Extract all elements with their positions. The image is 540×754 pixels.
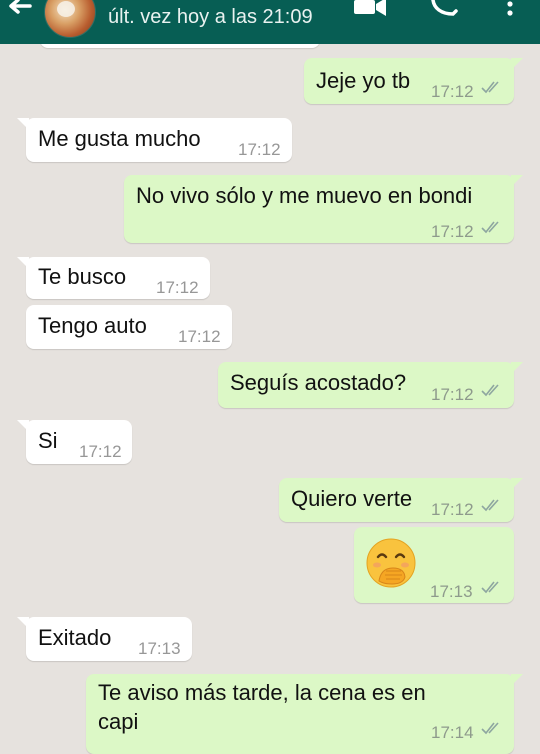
message-time: 17:14 bbox=[431, 723, 474, 742]
message-text: Si bbox=[38, 428, 58, 453]
message-text: Jeje yo tb bbox=[316, 68, 411, 93]
message-incoming[interactable]: Tengo auto 17:12 bbox=[26, 305, 232, 349]
read-ticks-icon bbox=[481, 581, 499, 594]
message-text: Me gusta mucho bbox=[38, 126, 201, 151]
message-text: Quiero verte bbox=[291, 486, 413, 511]
message-time: 17:12 bbox=[156, 278, 199, 297]
message-time: 17:12 bbox=[238, 140, 281, 159]
message-incoming[interactable]: Si 17:12 bbox=[17, 420, 132, 464]
message-time: 17:12 bbox=[431, 385, 474, 404]
message-text: No vivo sólo y me muevo en bondi bbox=[136, 183, 473, 208]
message-outgoing-emoji[interactable]: 17:13 bbox=[354, 527, 514, 603]
bubble-tail bbox=[17, 420, 29, 432]
bubble-tail bbox=[511, 175, 523, 187]
message-outgoing[interactable]: Seguís acostado? 17:12 bbox=[218, 362, 523, 408]
message-time: 17:12 bbox=[79, 442, 122, 461]
message-time: 17:13 bbox=[138, 639, 181, 658]
message-incoming[interactable]: Me gusta mucho 17:12 bbox=[17, 118, 292, 162]
chat-header: últ. vez hoy a las 21:09 bbox=[0, 0, 540, 44]
message-outgoing[interactable]: Quiero verte 17:12 bbox=[279, 478, 523, 522]
read-ticks-icon bbox=[481, 384, 499, 397]
bubble-tail bbox=[17, 617, 29, 629]
message-text: Te busco bbox=[38, 264, 127, 289]
bubble-tail bbox=[17, 118, 29, 130]
message-time: 17:12 bbox=[431, 222, 474, 241]
face-with-hand-over-mouth-emoji bbox=[366, 538, 416, 588]
bubble-tail bbox=[511, 674, 523, 686]
read-ticks-icon bbox=[481, 221, 499, 234]
more-options-icon[interactable] bbox=[505, 0, 515, 22]
message-incoming[interactable]: Exitado 17:13 bbox=[17, 617, 192, 661]
message-outgoing[interactable]: No vivo sólo y me muevo en bondi 17:12 bbox=[124, 175, 523, 243]
message-outgoing[interactable]: Jeje yo tb 17:12 bbox=[304, 58, 523, 104]
read-ticks-icon bbox=[481, 722, 499, 735]
bubble-tail bbox=[511, 58, 523, 70]
message-time: 17:13 bbox=[430, 582, 473, 601]
message-text: Exitado bbox=[38, 625, 112, 650]
back-arrow-icon[interactable] bbox=[4, 0, 36, 30]
message-text: Tengo auto bbox=[38, 313, 147, 338]
message-outgoing[interactable]: Te aviso más tarde, la cena es en capi 1… bbox=[86, 674, 523, 754]
message-text-line-2: capi bbox=[98, 709, 139, 734]
last-seen-status: últ. vez hoy a las 21:09 bbox=[108, 6, 313, 28]
message-time: 17:12 bbox=[431, 500, 474, 519]
bubble-tail bbox=[511, 362, 523, 374]
phone-icon[interactable] bbox=[429, 0, 459, 16]
message-text: Seguís acostado? bbox=[230, 370, 407, 395]
video-call-icon[interactable] bbox=[353, 0, 387, 16]
bubble-tail bbox=[17, 257, 29, 269]
read-ticks-icon bbox=[481, 81, 499, 94]
contact-avatar[interactable] bbox=[44, 0, 96, 38]
message-time: 17:12 bbox=[178, 327, 221, 346]
bubble-tail bbox=[511, 478, 523, 490]
read-ticks-icon bbox=[481, 499, 499, 512]
message-text-line-1: Te aviso más tarde, la cena es en bbox=[98, 680, 426, 705]
message-time: 17:12 bbox=[431, 82, 474, 101]
message-incoming[interactable]: Te busco 17:12 bbox=[17, 257, 210, 299]
